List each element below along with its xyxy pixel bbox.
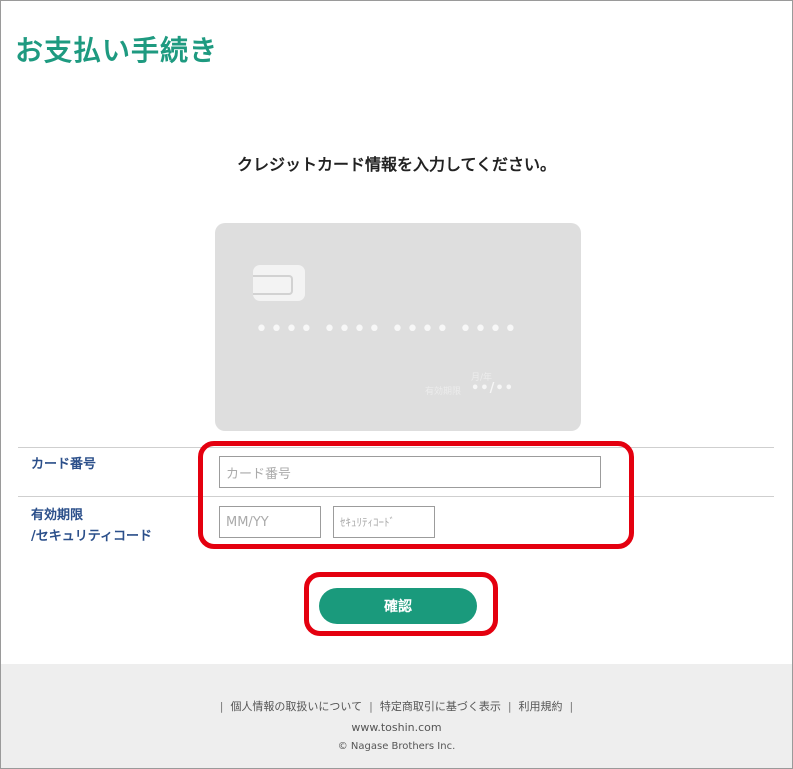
footer-links: | 個人情報の取扱いについて | 特定商取引に基づく表示 | 利用規約 | xyxy=(219,700,574,713)
card-expiry-mask: ••/•• xyxy=(471,381,514,396)
card-number-label: カード番号 xyxy=(31,457,97,472)
card-number-group-1: •••• xyxy=(255,317,315,342)
expiry-label: 有効期限 xyxy=(31,508,84,523)
footer-link-commerce-act[interactable]: 特定商取引に基づく表示 xyxy=(380,700,501,713)
credit-card-preview: •••• •••• •••• •••• 月/年 有効期限 ••/•• xyxy=(215,223,581,431)
security-code-label: /セキュリティコード xyxy=(31,529,152,544)
footer: | 個人情報の取扱いについて | 特定商取引に基づく表示 | 利用規約 | www.tosh… xyxy=(1,664,792,768)
button-highlight-box xyxy=(304,572,498,636)
footer-url[interactable]: www.toshin.com xyxy=(1,721,792,734)
card-number-group-4: •••• xyxy=(459,317,519,342)
card-chip-icon xyxy=(253,265,305,301)
footer-copyright: © Nagase Brothers Inc. xyxy=(337,741,456,752)
page-title: お支払い手続き xyxy=(15,34,219,67)
footer-link-privacy[interactable]: 個人情報の取扱いについて xyxy=(230,700,362,713)
checkout-frame: お支払い手続き クレジットカード情報を入力してください。 •••• •••• •… xyxy=(0,0,793,769)
footer-link-terms[interactable]: 利用規約 xyxy=(519,700,563,713)
card-number-group-3: •••• xyxy=(391,317,451,342)
instruction-text: クレジットカード情報を入力してください。 xyxy=(236,155,557,174)
form-highlight-box xyxy=(198,441,634,549)
card-expiry-label: 有効期限 xyxy=(425,387,462,397)
card-number-group-2: •••• xyxy=(323,317,383,342)
